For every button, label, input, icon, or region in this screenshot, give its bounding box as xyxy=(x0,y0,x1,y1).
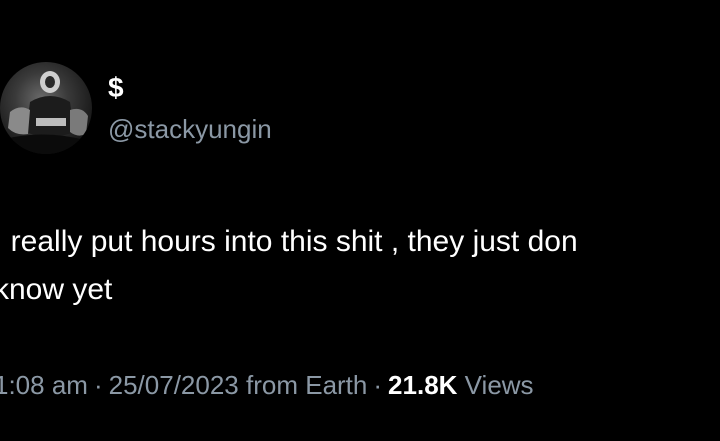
tweet-text: I really put hours into this shit , they… xyxy=(0,218,720,314)
tweet-date[interactable]: 25/07/2023 xyxy=(109,370,239,400)
tweet-time[interactable]: 1:08 am xyxy=(0,370,88,400)
tweet-text-line: know yet xyxy=(0,273,113,306)
meta-separator: · xyxy=(93,370,103,400)
views-label: Views xyxy=(464,370,534,400)
views-count[interactable]: 21.8K xyxy=(388,370,457,400)
author-handle[interactable]: @stackyungin xyxy=(108,114,272,144)
tweet-source: from Earth xyxy=(246,370,368,400)
author-display-name[interactable]: $ xyxy=(108,72,124,104)
avatar-image-icon xyxy=(0,71,92,154)
tweet-meta: 1:08 am · 25/07/2023 from Earth · 21.8K View… xyxy=(0,368,534,402)
tweet-text-line: I really put hours into this shit , they… xyxy=(0,225,578,258)
meta-separator: · xyxy=(373,370,383,400)
avatar[interactable] xyxy=(0,62,92,154)
tweet-card: $ @stackyungin I really put hours into t… xyxy=(0,0,720,441)
